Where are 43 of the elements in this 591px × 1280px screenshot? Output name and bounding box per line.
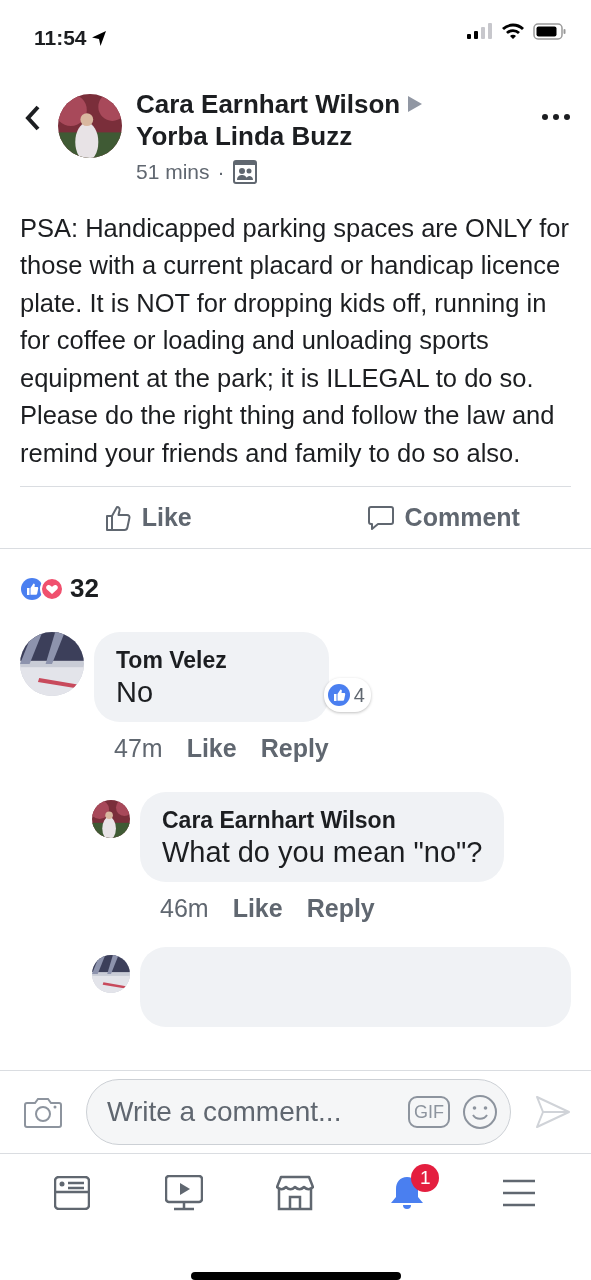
comment-text: No bbox=[116, 675, 155, 710]
comment-author[interactable]: Tom Velez bbox=[116, 646, 307, 674]
wifi-icon bbox=[501, 22, 525, 40]
reply-link[interactable]: Reply bbox=[306, 889, 375, 927]
status-time: 11:54 bbox=[34, 25, 87, 51]
author-name[interactable]: Cara Earnhart Wilson bbox=[136, 88, 401, 120]
location-arrow-icon bbox=[90, 28, 107, 47]
thumbs-up-icon bbox=[103, 503, 132, 532]
group-name[interactable]: Yorba Linda Buzz bbox=[136, 120, 541, 152]
reaction-count[interactable]: 32 bbox=[70, 569, 99, 608]
comment-button[interactable]: Comment bbox=[295, 487, 591, 548]
monitor-play-icon bbox=[164, 1175, 203, 1211]
post-text: PSA: Handicapped parking spaces are ONLY for those with a current placard or handicap licence plate. It is NOT for dropping kids off, running in for coffee or loading and unloading sports equipment at the park; it is ILLEGAL to do so. Please do the right thing and follow the law and remind your friends and family to do so also. bbox=[19, 212, 571, 469]
like-link[interactable]: Like bbox=[232, 889, 283, 927]
reaction-count: 4 bbox=[353, 683, 365, 708]
comment-time: 47m bbox=[114, 733, 163, 764]
speech-bubble-icon bbox=[366, 503, 395, 532]
like-link[interactable]: Like bbox=[186, 730, 237, 768]
post-time: 51 mins bbox=[136, 159, 210, 185]
signal-icon bbox=[467, 23, 493, 39]
comment-time: 46m bbox=[160, 892, 209, 924]
send-icon bbox=[535, 1095, 571, 1129]
camera-icon bbox=[24, 1095, 62, 1129]
back-icon bbox=[24, 104, 42, 132]
reaction-badge[interactable]: 4 bbox=[323, 678, 371, 712]
group-icon bbox=[232, 159, 257, 184]
reactions-icon bbox=[20, 576, 64, 601]
like-button[interactable]: Like bbox=[0, 487, 296, 548]
triangle-right-icon bbox=[408, 96, 423, 112]
notification-badge: 1 bbox=[411, 1164, 440, 1192]
back-button[interactable] bbox=[24, 104, 42, 132]
like-icon bbox=[326, 683, 351, 707]
menu-icon bbox=[502, 1178, 537, 1208]
camera-button[interactable] bbox=[24, 1095, 62, 1129]
separator-dot: · bbox=[217, 159, 225, 185]
comment-author[interactable]: Cara Earnhart Wilson bbox=[162, 805, 483, 834]
storefront-icon bbox=[276, 1175, 315, 1211]
comment-text: What do you mean "no"? bbox=[162, 834, 483, 870]
battery-icon bbox=[533, 22, 567, 40]
reply-link[interactable]: Reply bbox=[260, 730, 329, 768]
smiley-icon[interactable] bbox=[462, 1094, 498, 1130]
newspaper-icon bbox=[53, 1176, 90, 1210]
more-icon bbox=[541, 112, 571, 121]
